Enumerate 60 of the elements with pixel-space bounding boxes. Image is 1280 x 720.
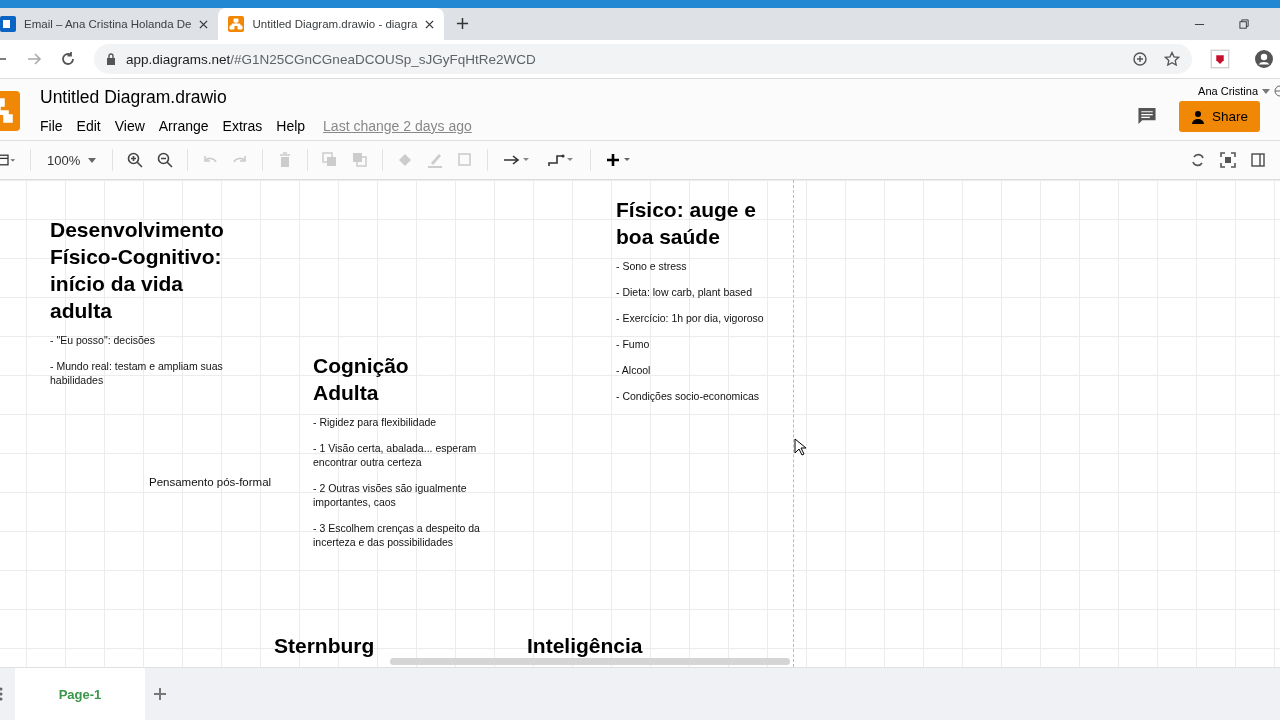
menu-item[interactable]: Arrange bbox=[158, 118, 209, 134]
note-item: - Dieta: low carb, plant based bbox=[616, 285, 753, 299]
note-item: - Exercício: 1h por dia, vigoroso bbox=[616, 311, 765, 325]
diagram-label: Pensamento pós-formal bbox=[149, 476, 273, 488]
note-heading: Cognição Adulta bbox=[313, 353, 410, 406]
add-page-icon[interactable] bbox=[153, 687, 167, 701]
restore-icon[interactable] bbox=[1239, 18, 1250, 30]
profile-avatar-icon[interactable] bbox=[1254, 49, 1274, 69]
note-heading: Inteligência bbox=[527, 633, 644, 659]
panel-layout-icon[interactable] bbox=[0, 152, 16, 168]
close-icon[interactable] bbox=[425, 19, 435, 29]
caret-icon[interactable] bbox=[1262, 88, 1270, 94]
note-item: - Mundo real: testam e ampliam suas habilidades bbox=[50, 359, 224, 387]
menu-item[interactable]: Extras bbox=[222, 118, 263, 134]
zoom-in-icon[interactable] bbox=[127, 152, 144, 168]
fullscreen-icon[interactable] bbox=[1220, 152, 1236, 168]
note-item: - "Eu posso": decisões bbox=[50, 333, 156, 347]
menu-item[interactable]: Help bbox=[276, 118, 306, 134]
note-item: - Rigidez para flexibilidade bbox=[313, 415, 438, 429]
note-item: - Fumo bbox=[616, 337, 651, 351]
note-item: - Sono e stress bbox=[616, 259, 688, 273]
mail-logo-icon bbox=[0, 16, 16, 32]
new-tab-icon[interactable] bbox=[456, 17, 470, 30]
share-button[interactable]: Share bbox=[1178, 101, 1260, 132]
add-circle-icon[interactable] bbox=[1132, 51, 1148, 67]
note-item: - Alcool bbox=[616, 363, 652, 377]
comment-icon[interactable] bbox=[1136, 107, 1157, 126]
menu-item[interactable]: View bbox=[114, 118, 145, 134]
zoom-dropdown[interactable]: 100% bbox=[45, 152, 99, 168]
note-item: - 2 Outras visões são igualmente importantes, caos bbox=[313, 481, 468, 509]
mouse-pointer-icon bbox=[794, 438, 806, 456]
caret-icon bbox=[88, 157, 97, 163]
close-icon[interactable] bbox=[199, 19, 209, 29]
note-heading: Desenvolvimento Físico-Cognitivo: início da vida adulta bbox=[50, 217, 225, 324]
browser-tab[interactable]: Email – Ana Cristina Holanda De bbox=[0, 8, 219, 40]
diagram-logo-icon bbox=[228, 16, 245, 32]
menu-item[interactable]: File bbox=[40, 118, 63, 134]
note-heading: Sternburg bbox=[274, 633, 376, 659]
url-text: app.diagrams.net/#G1N25CGnCGneaDCOUSp_sJGyFqHtRe2WCD bbox=[126, 51, 536, 67]
user-name[interactable]: Ana Cristina bbox=[1198, 85, 1258, 97]
horizontal-scrollbar[interactable] bbox=[390, 658, 790, 665]
browser-tab[interactable]: Untitled Diagram.drawio - diagra bbox=[218, 8, 445, 40]
page-tab[interactable]: Page-1 bbox=[15, 668, 145, 720]
note-item: - 1 Visão certa, abalada... esperam encontrar outra certeza bbox=[313, 441, 478, 469]
lock-icon bbox=[106, 53, 116, 65]
address-bar[interactable]: app.diagrams.net/#G1N25CGnCGneaDCOUSp_sJGyFqHtRe2WCD bbox=[94, 44, 1192, 74]
reload-icon[interactable] bbox=[60, 51, 76, 67]
zoom-out-icon[interactable] bbox=[157, 152, 174, 168]
note-heading: Físico: auge e boa saúde bbox=[616, 197, 758, 250]
person-icon bbox=[1190, 109, 1205, 124]
shield-extension-icon[interactable] bbox=[1210, 49, 1230, 69]
document-title[interactable]: Untitled Diagram.drawio bbox=[40, 87, 472, 108]
star-icon[interactable] bbox=[1164, 51, 1180, 67]
note-item: - 3 Escolhem crenças a despeito da incerteza e das possibilidades bbox=[313, 521, 481, 549]
last-change-link[interactable]: Last change 2 days ago bbox=[323, 118, 472, 134]
more-options-icon[interactable] bbox=[0, 686, 3, 702]
sync-icon[interactable] bbox=[1190, 152, 1206, 168]
panel-toggle-icon[interactable] bbox=[1250, 152, 1266, 168]
note-item: - Condições socio-economicas bbox=[616, 389, 760, 403]
menu-item[interactable]: Edit bbox=[76, 118, 101, 134]
